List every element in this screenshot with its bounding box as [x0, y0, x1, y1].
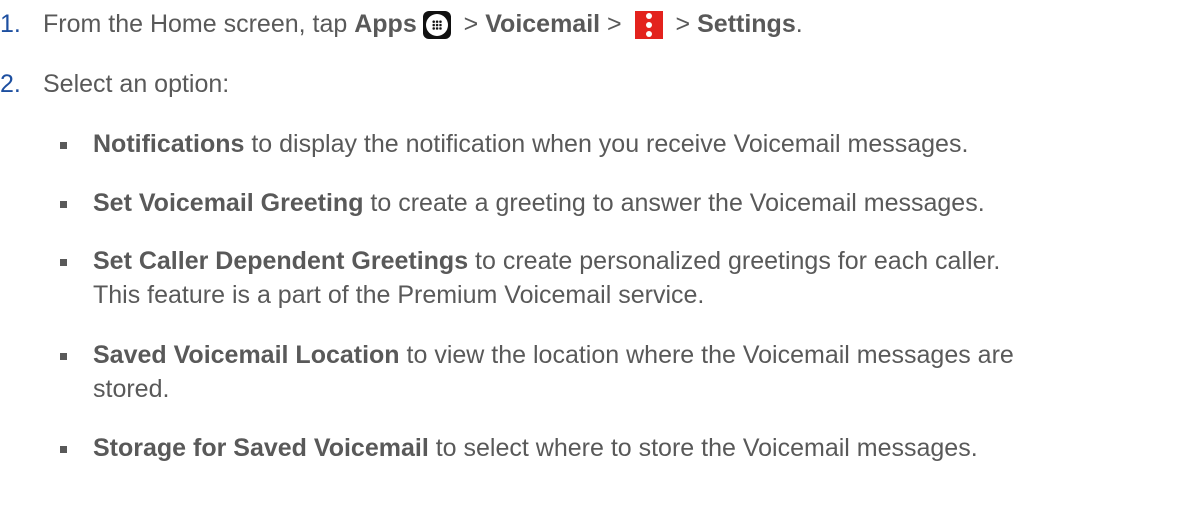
step-text: Select an option:: [43, 70, 230, 98]
option-title: Notifications: [93, 130, 245, 158]
settings-label: Settings: [697, 10, 796, 38]
option-title: Set Caller Dependent Greetings: [93, 247, 469, 275]
separator: >: [668, 10, 698, 38]
step-number: 2.: [0, 70, 21, 98]
option-desc-line2: stored.: [93, 375, 170, 403]
menu-icon: [634, 10, 663, 39]
option-desc: to create a greeting to answer the Voice…: [363, 189, 985, 217]
option-title: Storage for Saved Voicemail: [93, 434, 429, 462]
bullet-square: [60, 259, 67, 266]
step-2: 2. Select an option:: [0, 70, 229, 99]
instructions-page: 1. From the Home screen, tap Apps > Voic…: [0, 0, 1189, 512]
bullet-square: [60, 446, 67, 453]
bullet-square: [60, 353, 67, 360]
option-title: Set Voicemail Greeting: [93, 189, 364, 217]
option-desc: to display the notification when you rec…: [244, 130, 969, 158]
apps-grid-icon: [422, 10, 451, 39]
voicemail-label: Voicemail: [485, 10, 601, 38]
step-number: 1.: [0, 10, 21, 38]
apps-label: Apps: [354, 10, 417, 38]
step-1: 1. From the Home screen, tap Apps > Voic…: [0, 10, 803, 39]
option-desc-line2: This feature is a part of the Premium Vo…: [93, 281, 705, 309]
separator: >: [456, 10, 486, 38]
bullet-square: [60, 201, 67, 208]
option-desc: to select where to store the Voicemail m…: [428, 434, 978, 462]
option-title: Saved Voicemail Location: [93, 341, 400, 369]
step-end: .: [795, 10, 803, 38]
separator: >: [600, 10, 629, 38]
option-desc: to create personalized greetings for eac…: [468, 247, 1001, 275]
option-desc: to view the location where the Voicemail…: [399, 341, 1014, 369]
step-text: From the Home screen, tap: [43, 10, 355, 38]
bullet-square: [60, 142, 67, 149]
